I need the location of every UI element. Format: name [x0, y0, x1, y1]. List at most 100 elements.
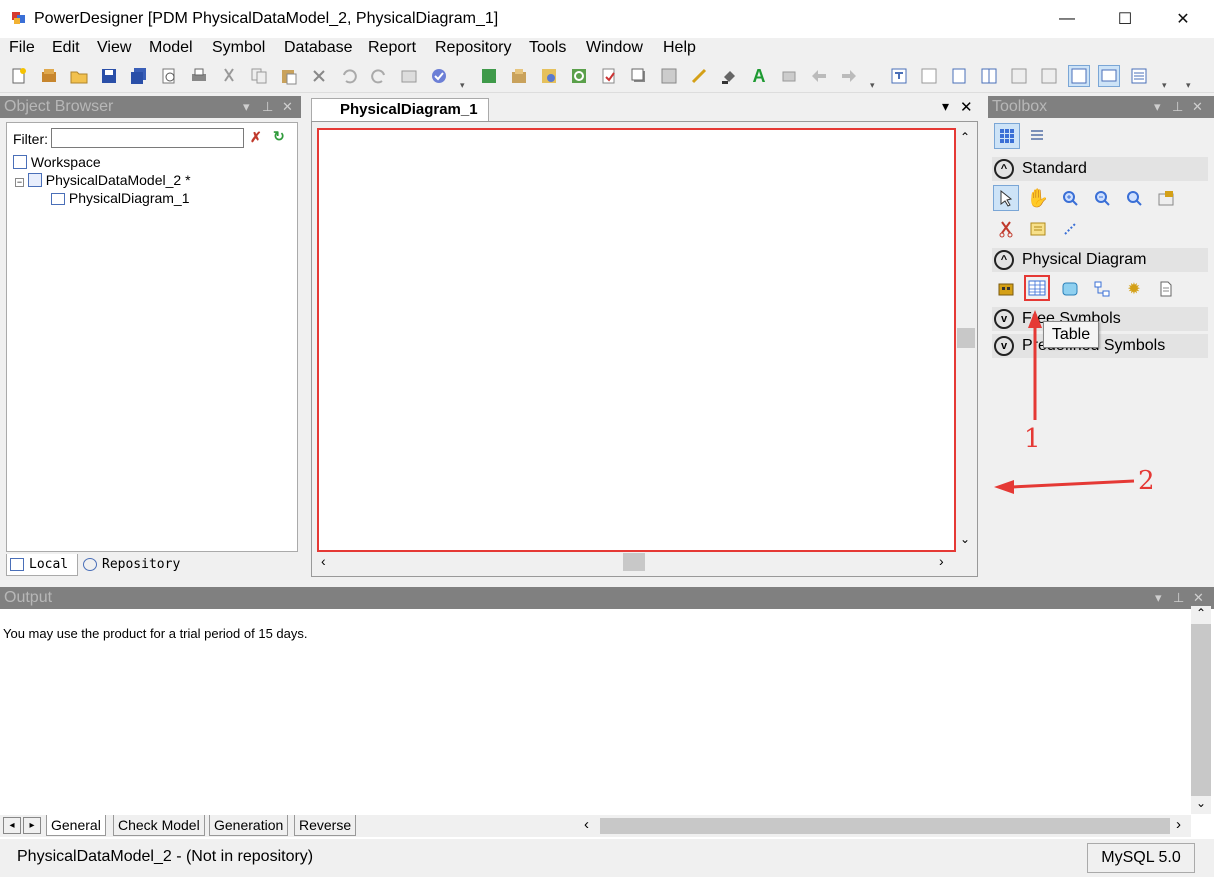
- icon-view-icon[interactable]: [994, 123, 1020, 149]
- save-icon[interactable]: [98, 65, 120, 87]
- tree-item-diagram[interactable]: PhysicalDiagram_1: [51, 190, 190, 206]
- menu-repository[interactable]: Repository: [435, 39, 511, 57]
- tab-reverse[interactable]: Reverse: [294, 815, 357, 836]
- tab-physicaldiagram[interactable]: PhysicalDiagram_1: [311, 98, 489, 121]
- open-icon[interactable]: [68, 65, 90, 87]
- scroll-down-icon[interactable]: ⌄: [1191, 796, 1211, 814]
- scroll-down-icon[interactable]: ⌄: [960, 532, 970, 546]
- menu-edit[interactable]: Edit: [52, 39, 80, 57]
- browse-icon[interactable]: [538, 65, 560, 87]
- tab-scroll-right-icon[interactable]: ▸: [23, 817, 41, 834]
- copy-icon[interactable]: [248, 65, 270, 87]
- page-view-icon[interactable]: [948, 65, 970, 87]
- maximize-button[interactable]: ☐: [1096, 0, 1154, 38]
- layout-icon[interactable]: [1008, 65, 1030, 87]
- menu-view[interactable]: View: [97, 39, 131, 57]
- list-view-icon[interactable]: [1024, 123, 1050, 149]
- toolbar-overflow-icon[interactable]: ▾: [1162, 80, 1167, 91]
- tab-local[interactable]: Local: [6, 554, 78, 576]
- scroll-left-icon[interactable]: ‹: [584, 816, 589, 833]
- menu-symbol[interactable]: Symbol: [212, 39, 265, 57]
- scroll-left-icon[interactable]: ‹: [321, 553, 326, 569]
- save-all-icon[interactable]: [128, 65, 150, 87]
- properties-icon[interactable]: [398, 65, 420, 87]
- section-physical-diagram[interactable]: ^ Physical Diagram: [992, 248, 1208, 272]
- symbol-view-icon[interactable]: [1038, 65, 1060, 87]
- menu-file[interactable]: File: [9, 39, 35, 57]
- close-icon[interactable]: ✕: [1192, 96, 1203, 118]
- scroll-thumb[interactable]: [623, 553, 645, 571]
- pin-icon[interactable]: ⊥: [1173, 587, 1184, 609]
- zoom-in-icon[interactable]: [1057, 185, 1083, 211]
- fill-icon[interactable]: [718, 65, 740, 87]
- reference-tool-icon[interactable]: [1089, 276, 1115, 302]
- toolbar-overflow-icon[interactable]: ▾: [1186, 80, 1191, 91]
- output-toggle-icon[interactable]: [1098, 65, 1120, 87]
- collapse-icon[interactable]: −: [15, 178, 24, 187]
- procedure-tool-icon[interactable]: ✹: [1121, 276, 1147, 302]
- delete-icon[interactable]: [308, 65, 330, 87]
- output-vertical-scrollbar[interactable]: ⌃ ⌄: [1191, 606, 1211, 814]
- scroll-right-icon[interactable]: ›: [1176, 816, 1181, 833]
- tab-list-icon[interactable]: ▾: [942, 98, 949, 115]
- zoom-out-icon[interactable]: [1089, 185, 1115, 211]
- tab-general[interactable]: General: [46, 815, 106, 836]
- diagram-horizontal-scrollbar[interactable]: ‹ ›: [317, 553, 957, 571]
- menu-tools[interactable]: Tools: [529, 39, 566, 57]
- open-diagram-icon[interactable]: [1153, 185, 1179, 211]
- pin-icon[interactable]: ⊥: [1172, 96, 1183, 118]
- check-model-icon[interactable]: [428, 65, 450, 87]
- cut-tool-icon[interactable]: [993, 216, 1019, 242]
- undo-icon[interactable]: [338, 65, 360, 87]
- close-window-button[interactable]: ✕: [1154, 0, 1212, 38]
- tree-item-workspace[interactable]: Workspace: [13, 154, 101, 170]
- new-icon[interactable]: [8, 65, 30, 87]
- scroll-thumb[interactable]: [957, 328, 975, 348]
- dropdown-icon[interactable]: ▾: [1154, 96, 1161, 118]
- toolbar-overflow-icon[interactable]: ▾: [460, 80, 465, 91]
- print-icon[interactable]: [188, 65, 210, 87]
- grid-view-icon[interactable]: [918, 65, 940, 87]
- menu-help[interactable]: Help: [663, 39, 696, 57]
- table-tool-icon[interactable]: [1024, 275, 1050, 301]
- pin-icon[interactable]: ⊥: [262, 96, 273, 118]
- file-tool-icon[interactable]: [1153, 276, 1179, 302]
- grabber-tool-icon[interactable]: ✋: [1025, 185, 1051, 211]
- forward-icon[interactable]: [838, 65, 860, 87]
- tab-repository[interactable]: Repository: [80, 554, 190, 576]
- scroll-up-icon[interactable]: ⌃: [960, 130, 970, 144]
- zoom-page-icon[interactable]: [1121, 185, 1147, 211]
- scroll-thumb[interactable]: [600, 818, 1170, 834]
- result-list-icon[interactable]: [1128, 65, 1150, 87]
- scroll-right-icon[interactable]: ›: [939, 553, 944, 569]
- tab-generation[interactable]: Generation: [209, 815, 289, 836]
- shadow-icon[interactable]: [628, 65, 650, 87]
- clear-filter-icon[interactable]: ✗: [250, 129, 262, 146]
- browser-toggle-icon[interactable]: [1068, 65, 1090, 87]
- diagram-tree-icon[interactable]: [888, 65, 910, 87]
- note-tool-icon[interactable]: [1025, 216, 1051, 242]
- package-icon[interactable]: [508, 65, 530, 87]
- model-icon[interactable]: [478, 65, 500, 87]
- tab-scroll-left-icon[interactable]: ◂: [3, 817, 21, 834]
- cut-icon[interactable]: [218, 65, 240, 87]
- section-standard[interactable]: ^ Standard: [992, 157, 1208, 181]
- filter-input[interactable]: [51, 128, 244, 148]
- diagram-vertical-scrollbar[interactable]: ⌃ ⌄: [957, 128, 975, 552]
- close-icon[interactable]: ✕: [282, 96, 293, 118]
- toolbar-overflow-icon[interactable]: ▾: [870, 80, 875, 91]
- menu-window[interactable]: Window: [586, 39, 643, 57]
- view-tool-icon[interactable]: [1057, 276, 1083, 302]
- refresh-icon[interactable]: ↻: [273, 128, 285, 145]
- back-icon[interactable]: [808, 65, 830, 87]
- link-tool-icon[interactable]: [1057, 216, 1083, 242]
- split-view-icon[interactable]: [978, 65, 1000, 87]
- close-diagram-icon[interactable]: ✕: [960, 98, 973, 116]
- print-preview-icon[interactable]: [158, 65, 180, 87]
- minimize-button[interactable]: —: [1038, 0, 1096, 38]
- line-style-icon[interactable]: [688, 65, 710, 87]
- dropdown-icon[interactable]: ▾: [1155, 587, 1162, 609]
- menu-model[interactable]: Model: [149, 39, 193, 57]
- tab-check-model[interactable]: Check Model: [113, 815, 205, 836]
- scroll-up-icon[interactable]: ⌃: [1191, 606, 1211, 624]
